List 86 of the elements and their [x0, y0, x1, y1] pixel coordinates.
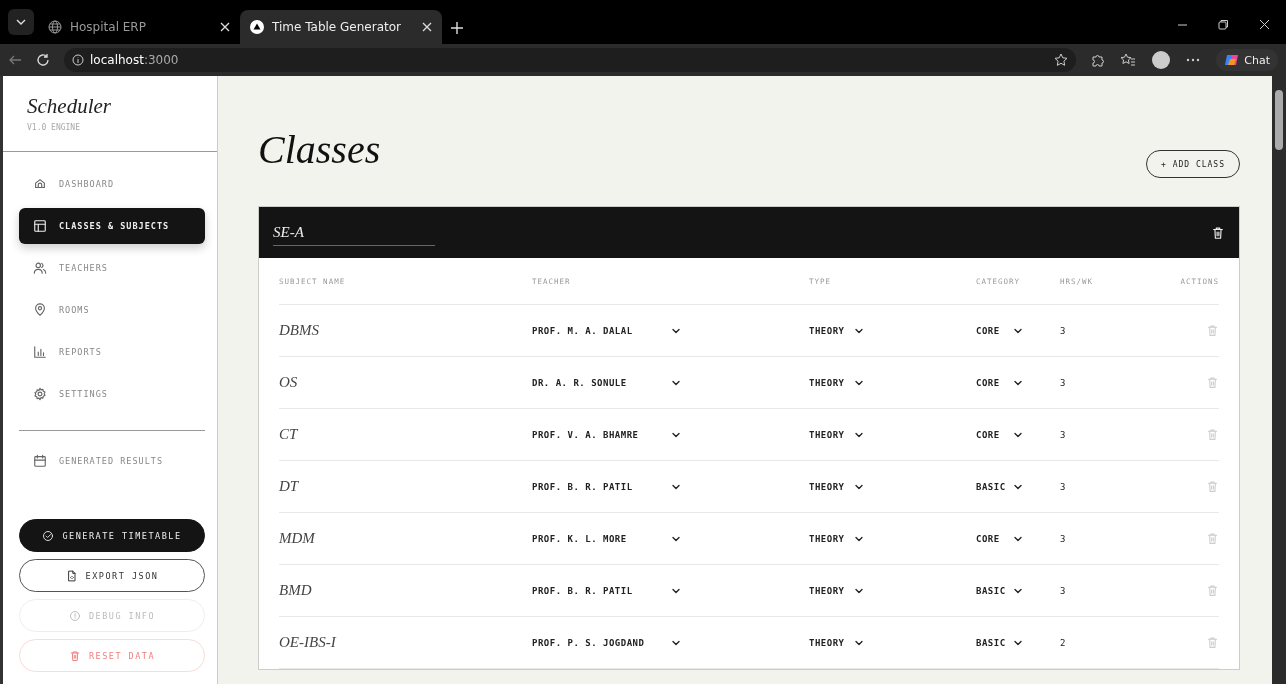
scroll-thumb[interactable]: [1275, 90, 1283, 150]
home-icon: [33, 177, 47, 191]
delete-icon[interactable]: [1211, 225, 1225, 240]
type-select[interactable]: THEORY: [809, 480, 865, 493]
layout-icon: [33, 219, 47, 233]
tab-title: Hospital ERP: [70, 20, 147, 34]
bar-chart-icon: [33, 345, 47, 359]
version-label: V1.0 ENGINE: [27, 123, 81, 132]
close-icon[interactable]: [1259, 19, 1270, 30]
info-icon: [68, 609, 81, 622]
chat-button[interactable]: Chat: [1216, 49, 1278, 71]
teacher-select[interactable]: PROF. B. R. PATIL: [532, 584, 682, 597]
sidebar-button[interactable]: EXPORT JSON: [19, 559, 205, 592]
nav-item[interactable]: REPORTS: [19, 334, 205, 370]
hours-value: 3: [1060, 429, 1067, 440]
type-select[interactable]: THEORY: [809, 584, 865, 597]
subject-name: MDM: [279, 530, 317, 547]
category-select[interactable]: BASIC: [976, 480, 1024, 493]
back-arrow-icon[interactable]: [8, 53, 22, 67]
more-icon[interactable]: [1186, 58, 1201, 62]
calendar-icon: [33, 454, 47, 468]
close-icon[interactable]: [422, 22, 432, 32]
nav-item[interactable]: DASHBOARD: [19, 166, 205, 202]
subject-name: DT: [279, 478, 300, 495]
tab-title: Time Table Generator: [272, 20, 402, 34]
url-text: localhost:3000: [90, 53, 179, 67]
category-select[interactable]: BASIC: [976, 584, 1024, 597]
hours-value: 3: [1060, 325, 1067, 336]
nav-item[interactable]: GENERATED RESULTS: [19, 443, 177, 479]
subject-name: OS: [279, 374, 299, 391]
hours-value: 3: [1060, 533, 1067, 544]
teacher-select[interactable]: PROF. V. A. BHAMRE: [532, 428, 682, 441]
category-select[interactable]: CORE: [976, 324, 1024, 337]
subject-name: DBMS: [279, 322, 320, 339]
close-icon[interactable]: [220, 22, 230, 32]
teacher-select[interactable]: PROF. B. R. PATIL: [532, 480, 682, 493]
file-icon: [65, 569, 78, 582]
nav-item[interactable]: SETTINGS: [19, 376, 205, 412]
users-icon: [33, 261, 47, 275]
trash-icon: [68, 649, 81, 662]
type-select[interactable]: THEORY: [809, 428, 865, 441]
page-title: Classes: [258, 130, 381, 170]
app-name: Scheduler: [27, 94, 112, 119]
plus-icon[interactable]: [450, 21, 464, 35]
nav-item[interactable]: CLASSES & SUBJECTS: [19, 208, 205, 244]
browser-tab[interactable]: Time Table Generator: [240, 10, 442, 44]
restore-icon[interactable]: [1218, 19, 1229, 30]
star-icon[interactable]: [1054, 53, 1069, 67]
globe-icon: [48, 20, 62, 34]
type-select[interactable]: THEORY: [809, 376, 865, 389]
tab-list-button[interactable]: [8, 9, 34, 35]
browser-tab[interactable]: Hospital ERP: [38, 10, 240, 44]
teacher-select[interactable]: PROF. K. L. MORE: [532, 532, 682, 545]
check-circle-icon: [42, 529, 55, 542]
teacher-select[interactable]: PROF. M. A. DALAL: [532, 324, 682, 337]
category-select[interactable]: CORE: [976, 428, 1024, 441]
info-icon: [72, 54, 84, 66]
triangle-logo-icon: [250, 20, 264, 34]
copilot-icon: [1224, 52, 1241, 68]
hours-value: 3: [1060, 377, 1067, 388]
nav-item[interactable]: TEACHERS: [19, 250, 205, 286]
subject-name: CT: [279, 426, 299, 443]
location-pin-icon: [33, 303, 47, 317]
teacher-select[interactable]: DR. A. R. SONULE: [532, 376, 682, 389]
category-select[interactable]: CORE: [976, 376, 1024, 389]
hours-value: 2: [1060, 637, 1067, 648]
hours-value: 3: [1060, 481, 1067, 492]
address-bar[interactable]: localhost:3000: [64, 48, 1077, 72]
settings-icon: [33, 387, 47, 401]
favorites-icon[interactable]: [1120, 53, 1137, 67]
category-select[interactable]: CORE: [976, 532, 1024, 545]
hours-value: 3: [1060, 585, 1067, 596]
subject-name: OE-IBS-I: [279, 634, 337, 651]
type-select[interactable]: THEORY: [809, 532, 865, 545]
subject-name: BMD: [279, 582, 313, 599]
sidebar-button[interactable]: GENERATE TIMETABLE: [19, 519, 205, 552]
type-select[interactable]: THEORY: [809, 324, 865, 337]
scrollbar[interactable]: [1272, 76, 1286, 684]
reload-icon[interactable]: [36, 53, 50, 67]
teacher-select[interactable]: PROF. P. S. JOGDAND: [532, 636, 682, 649]
type-select[interactable]: THEORY: [809, 636, 865, 649]
class-name-field[interactable]: SE-A: [273, 219, 435, 246]
puzzle-icon[interactable]: [1090, 53, 1105, 67]
nav-item[interactable]: ROOMS: [19, 292, 205, 328]
category-select[interactable]: BASIC: [976, 636, 1024, 649]
profile-avatar[interactable]: [1152, 51, 1171, 69]
